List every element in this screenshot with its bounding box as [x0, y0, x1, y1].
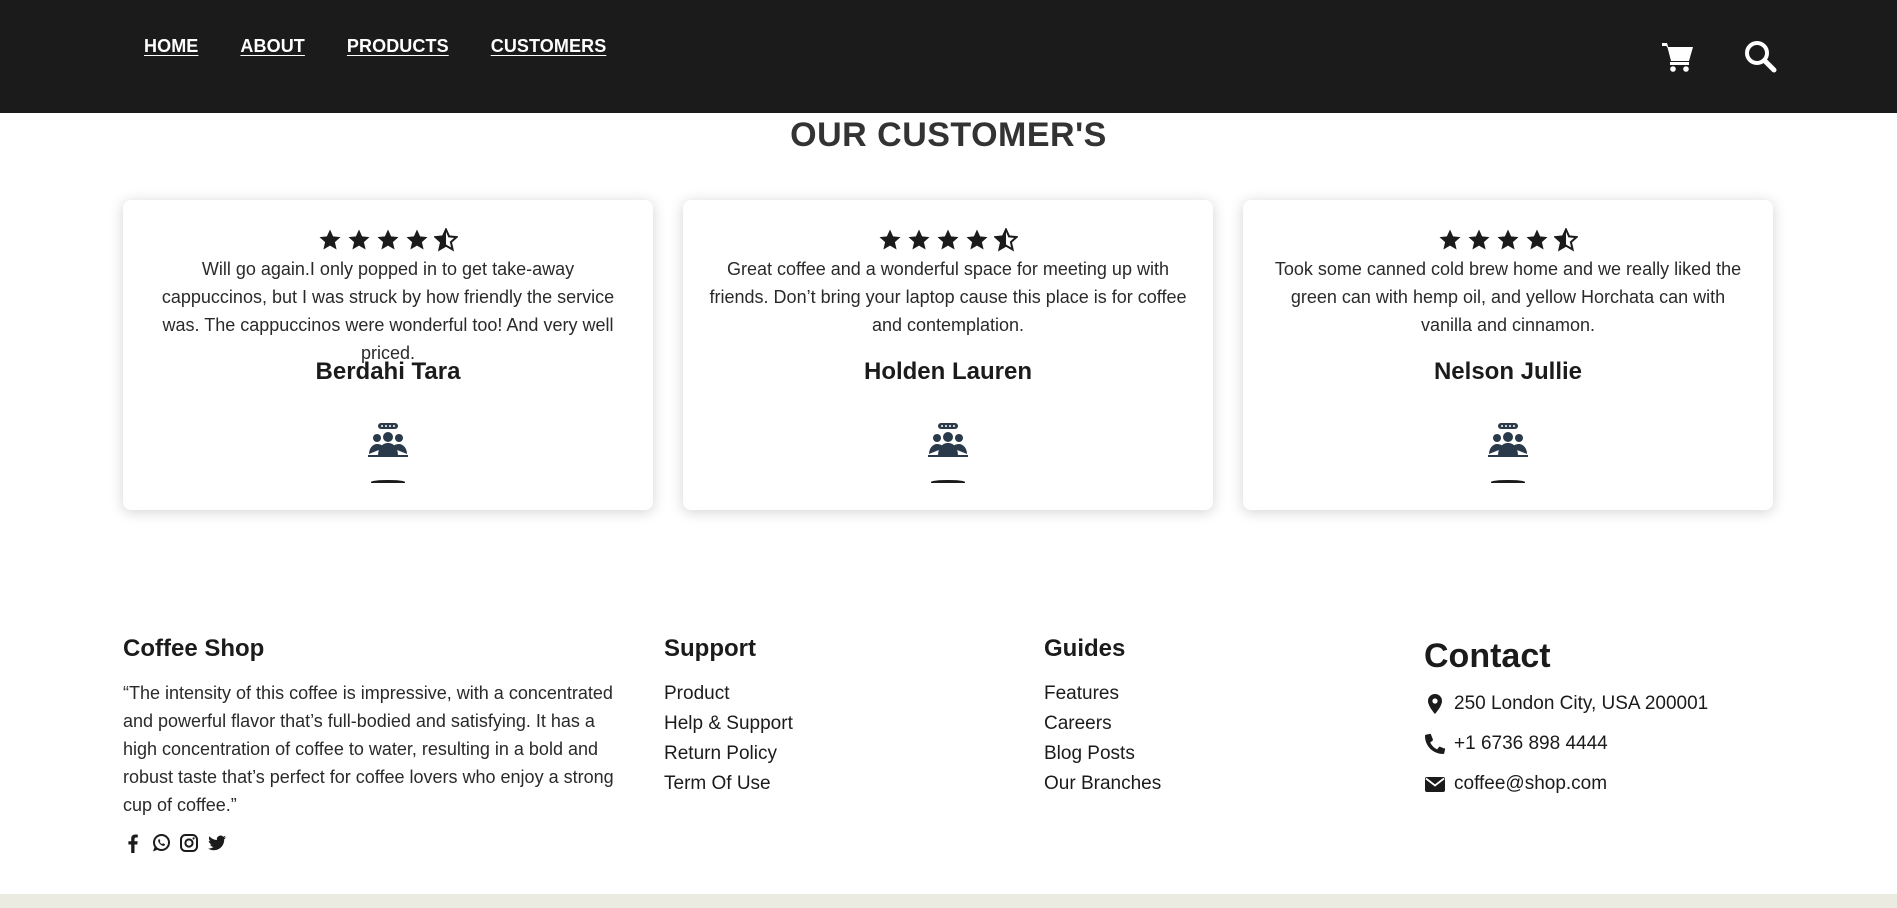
review-card: Took some canned cold brew home and we r…: [1243, 200, 1773, 510]
star-icon: [908, 229, 930, 250]
search-icon[interactable]: [1742, 38, 1778, 74]
star-icon: [966, 229, 988, 250]
star-icon: [879, 229, 901, 250]
contact-address: 250 London City, USA 200001: [1424, 684, 1708, 724]
footer-about-title: Coffee Shop: [123, 635, 265, 662]
footer-link-features[interactable]: Features: [1044, 679, 1161, 709]
star-rating: [683, 228, 1213, 252]
customers-group-icon: [1486, 422, 1530, 462]
footer-about: Coffee Shop “The intensity of this coffe…: [123, 635, 633, 853]
star-rating: [1243, 228, 1773, 252]
section-title: OUR CUSTOMER'S: [790, 116, 1107, 154]
contact-email-text[interactable]: coffee@shop.com: [1454, 773, 1607, 795]
star-rating: [123, 228, 653, 252]
review-card: Great coffee and a wonderful space for m…: [683, 200, 1213, 510]
contact-phone: +1 6736 898 4444: [1424, 724, 1708, 764]
avatar-underline: [1491, 480, 1525, 484]
review-text: Will go again.I only popped in to get ta…: [161, 259, 615, 363]
contact-email: coffee@shop.com: [1424, 764, 1708, 804]
star-icon: [377, 229, 399, 250]
review-text: Took some canned cold brew home and we r…: [1274, 259, 1742, 335]
footer-link-our-branches[interactable]: Our Branches: [1044, 769, 1161, 799]
footer-about-text: “The intensity of this coffee is impress…: [123, 683, 614, 815]
top-navbar: HOME ABOUT PRODUCTS CUSTOMERS: [0, 0, 1897, 113]
star-icon: [406, 229, 428, 250]
cart-icon[interactable]: [1660, 38, 1696, 74]
star-icon: [1439, 229, 1461, 250]
star-icon: [319, 229, 341, 250]
contact-address-text: 250 London City, USA 200001: [1454, 693, 1709, 714]
whatsapp-icon[interactable]: [151, 833, 171, 853]
main-nav: HOME ABOUT PRODUCTS CUSTOMERS: [144, 36, 606, 57]
review-card: Will go again.I only popped in to get ta…: [123, 200, 653, 510]
reviewer-name: Berdahi Tara: [315, 358, 461, 385]
star-half-icon: [1554, 228, 1578, 252]
footer-link-term-of-use[interactable]: Term Of Use: [664, 769, 793, 799]
phone-icon: [1424, 733, 1446, 755]
reviewer-name: Holden Lauren: [863, 358, 1032, 385]
footer-guides: Guides Features Careers Blog Posts Our B…: [1044, 635, 1161, 799]
customers-group-icon: [366, 422, 410, 462]
footer-support: Support Product Help & Support Return Po…: [664, 635, 793, 799]
guides-links: Features Careers Blog Posts Our Branches: [1044, 679, 1161, 799]
star-half-icon: [994, 228, 1018, 252]
support-links: Product Help & Support Return Policy Ter…: [664, 679, 793, 799]
footer-guides-title: Guides: [1044, 635, 1126, 662]
footer-bottom-strip: [0, 894, 1897, 908]
reviews-list: Will go again.I only popped in to get ta…: [123, 200, 1773, 510]
footer-link-help-support[interactable]: Help & Support: [664, 709, 793, 739]
star-icon: [1468, 229, 1490, 250]
star-icon: [348, 229, 370, 250]
contact-phone-text[interactable]: +1 6736 898 4444: [1454, 733, 1608, 755]
star-half-icon: [434, 228, 458, 252]
nav-home-link[interactable]: HOME: [144, 36, 198, 57]
footer-contact: Contact 250 London City, USA 200001 +1 6…: [1424, 637, 1708, 804]
nav-customers-link[interactable]: CUSTOMERS: [491, 36, 607, 57]
twitter-icon[interactable]: [207, 833, 227, 853]
footer-link-careers[interactable]: Careers: [1044, 709, 1161, 739]
star-icon: [1497, 229, 1519, 250]
facebook-icon[interactable]: [123, 833, 143, 853]
star-icon: [1526, 229, 1548, 250]
footer-link-return-policy[interactable]: Return Policy: [664, 739, 793, 769]
avatar-underline: [371, 480, 405, 484]
location-pin-icon: [1424, 693, 1446, 715]
nav-products-link[interactable]: PRODUCTS: [347, 36, 449, 57]
footer-link-product[interactable]: Product: [664, 679, 793, 709]
envelope-icon: [1424, 773, 1446, 795]
customers-group-icon: [926, 422, 970, 462]
footer-link-blog-posts[interactable]: Blog Posts: [1044, 739, 1161, 769]
reviewer-name: Nelson Jullie: [1433, 358, 1583, 385]
instagram-icon[interactable]: [179, 833, 199, 853]
footer-contact-title: Contact: [1424, 637, 1551, 675]
avatar-underline: [931, 480, 965, 484]
star-icon: [937, 229, 959, 250]
nav-about-link[interactable]: ABOUT: [240, 36, 305, 57]
social-links: [123, 833, 633, 853]
footer-support-title: Support: [664, 635, 756, 662]
review-text: Great coffee and a wonderful space for m…: [709, 259, 1187, 335]
